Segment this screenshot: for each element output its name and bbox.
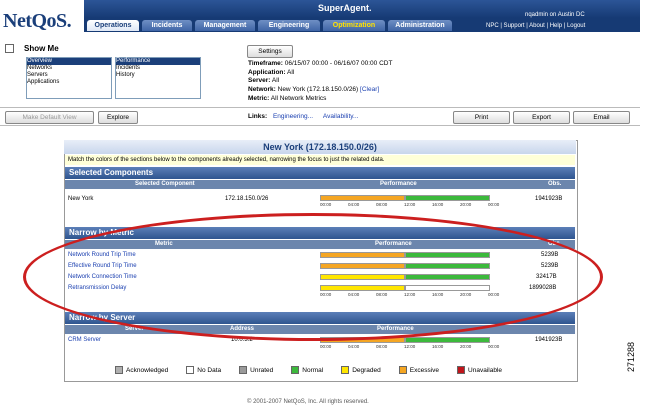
axis-tick: 20:00 (460, 344, 472, 349)
legend-swatch (341, 366, 350, 374)
print-button[interactable]: Print (453, 111, 510, 124)
list-item[interactable]: Incidents (116, 65, 200, 72)
axis-tick: 00:00 (320, 202, 332, 207)
legend-label: Unavailable (468, 366, 503, 374)
axis-tick: 00:00 (320, 344, 332, 349)
legend-item: Unavailable (457, 366, 503, 374)
settings-button[interactable]: Settings (247, 45, 293, 58)
legend-swatch (186, 366, 195, 374)
tab-management[interactable]: Management (195, 20, 255, 31)
explore-button[interactable]: Explore (98, 111, 138, 124)
list-item[interactable]: Networks (27, 65, 111, 72)
column-header-row: Selected Component Performance Obs. (65, 180, 575, 189)
tab-engineering[interactable]: Engineering (258, 20, 320, 31)
legend-swatch (398, 366, 407, 374)
tab-administration[interactable]: Administration (388, 20, 452, 31)
copyright: © 2001-2007 NetQoS, Inc. All rights rese… (247, 399, 369, 405)
divider (0, 125, 640, 126)
timeline-segment[interactable] (405, 195, 490, 201)
axis-tick: 16:00 (432, 344, 444, 349)
legend-swatch (457, 366, 466, 374)
list-item[interactable]: Applications (27, 79, 111, 86)
list-item[interactable]: Servers (27, 72, 111, 79)
list-item[interactable]: Overview (27, 58, 111, 65)
legend-item: Unrated (239, 366, 274, 374)
legend-label: Normal (302, 366, 324, 374)
axis-tick: 00:00 (488, 202, 500, 207)
availability-link[interactable]: Availability... (323, 113, 359, 120)
links-bar: Links: Engineering... Availability... (248, 113, 359, 120)
make-default-view-button[interactable]: Make Default View (5, 111, 94, 124)
legend-label: Degraded (352, 366, 381, 374)
divider (0, 107, 640, 108)
email-button[interactable]: Email (573, 111, 630, 124)
legend-item: Normal (291, 366, 324, 374)
figure-number: 271288 (626, 341, 636, 372)
filter-info: Timeframe: 06/15/07 00:00 - 06/16/07 00:… (248, 60, 393, 102)
legend-item: No Data (186, 366, 222, 374)
axis-tick: 04:00 (348, 202, 360, 207)
legend-label: Acknowledged (126, 366, 169, 374)
product-name: SuperAgent. (318, 3, 372, 13)
export-button[interactable]: Export (513, 111, 570, 124)
highlight-oval (23, 213, 603, 341)
legend-label: No Data (197, 366, 222, 374)
view-list[interactable]: Overview Networks Servers Applications (26, 57, 112, 99)
collapse-icon[interactable] (5, 44, 14, 53)
legend-swatch (115, 366, 123, 374)
netqos-logo: NetQoS. (3, 10, 72, 32)
focus-list[interactable]: Performance Incidents History (115, 57, 201, 99)
legend-swatch (291, 366, 300, 374)
legend-swatch (239, 366, 248, 374)
list-item[interactable]: Performance (116, 58, 200, 65)
tab-optimization[interactable]: Optimization (323, 20, 385, 31)
list-item[interactable]: History (116, 72, 200, 79)
legend-label: Unrated (250, 366, 274, 374)
clear-link[interactable]: [Clear] (360, 86, 379, 93)
timeline-segment[interactable] (405, 337, 490, 343)
axis-tick: 20:00 (460, 202, 472, 207)
status-legend: Acknowledged No Data Unrated Normal Degraded… (115, 366, 520, 374)
legend-item: Excessive (398, 366, 440, 374)
tab-operations[interactable]: Operations (87, 20, 139, 31)
axis-tick: 12:00 (404, 202, 416, 207)
axis-tick: 12:00 (404, 344, 416, 349)
axis-tick: 08:00 (376, 202, 388, 207)
timeline-segment[interactable] (320, 195, 405, 201)
engineering-link[interactable]: Engineering... (273, 113, 313, 120)
axis-tick: 04:00 (348, 344, 360, 349)
axis-tick: 08:00 (376, 344, 388, 349)
performance-timeline[interactable]: 00:00 04:00 08:00 12:00 16:00 20:00 00:00 (320, 195, 499, 211)
legend-item: Acknowledged (115, 366, 169, 374)
selected-components-header: Selected Components (65, 167, 575, 179)
legend-item: Degraded (341, 366, 381, 374)
top-links[interactable]: NPC | Support | About | Help | Logout (486, 23, 585, 29)
panel-title: New York (172.18.150.0/26) (64, 140, 576, 154)
tab-incidents[interactable]: Incidents (142, 20, 192, 31)
show-me-title: Show Me (24, 44, 59, 53)
axis-tick: 16:00 (432, 202, 444, 207)
hint-text: Match the colors of the sections below t… (65, 155, 575, 165)
legend-label: Excessive (409, 366, 440, 374)
axis-tick: 00:00 (488, 344, 500, 349)
